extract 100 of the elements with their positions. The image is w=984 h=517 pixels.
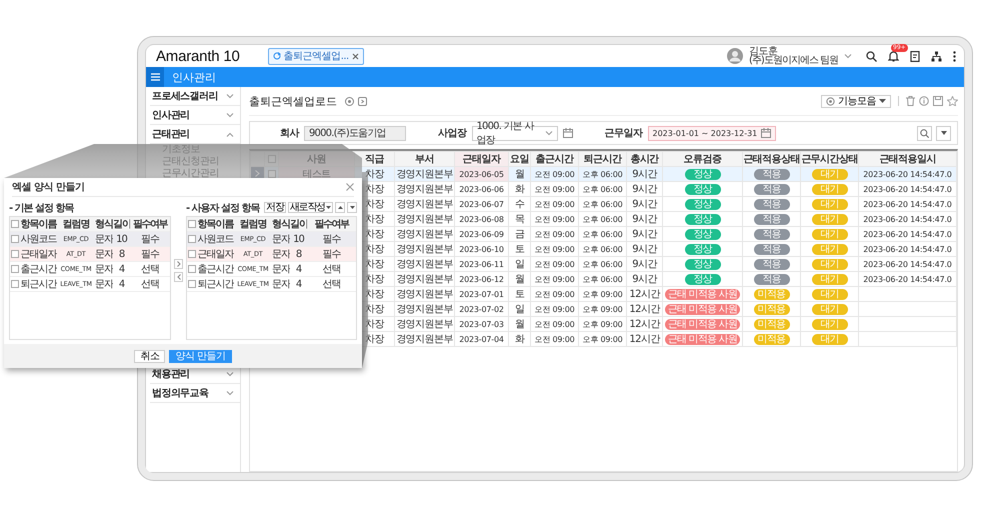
menu-button[interactable]: [146, 67, 164, 87]
info-icon[interactable]: [919, 96, 929, 106]
table-cell: 오후 06:00: [578, 166, 626, 182]
move-up-button[interactable]: [335, 202, 345, 213]
checkbox[interactable]: [188, 264, 196, 273]
column-header[interactable]: 근태일자: [454, 152, 508, 166]
close-icon[interactable]: [346, 183, 354, 191]
column-header[interactable]: 필수여부: [130, 217, 170, 232]
date-range-field[interactable]: 2023-01-01 ~ 2023-12-31: [648, 126, 776, 140]
chevron-right-icon: [176, 261, 180, 267]
column-header[interactable]: 길이: [290, 217, 307, 232]
column-header[interactable]: 길이: [113, 217, 130, 232]
toolbar-button[interactable]: 저장: [264, 202, 286, 213]
search-button[interactable]: [917, 126, 932, 140]
column-header[interactable]: 컬럼명: [234, 217, 272, 232]
column-header[interactable]: 항목이름: [197, 217, 234, 232]
checkbox[interactable]: [188, 234, 196, 243]
column-header[interactable]: 컬럼명: [57, 217, 95, 232]
column-header[interactable]: 총시간: [626, 152, 662, 166]
checkbox[interactable]: [11, 264, 19, 273]
column-header[interactable]: 근태적용일시: [858, 152, 956, 166]
toolbar-button[interactable]: 새로작성: [288, 202, 333, 213]
bell-icon[interactable]: [888, 50, 899, 62]
app-logo: Amaranth 10: [156, 48, 240, 64]
column-header[interactable]: 부서: [394, 152, 454, 166]
column-header[interactable]: 항목이름: [20, 217, 57, 232]
table-cell: 토: [508, 286, 530, 302]
caret-up-icon: [226, 132, 234, 136]
star-icon[interactable]: [947, 96, 958, 106]
org-chart-icon[interactable]: [931, 50, 942, 62]
status-badge: 미적용: [754, 304, 790, 314]
table-cell: 월: [508, 272, 530, 286]
input-field[interactable]: 9000.(주)도움기업: [304, 126, 406, 140]
column-header[interactable]: 퇴근시간: [578, 152, 626, 166]
column-header[interactable]: 요일: [508, 152, 530, 166]
status-badge: 대기: [812, 288, 848, 300]
sidebar-item[interactable]: 법정의무교육: [150, 384, 240, 403]
checkbox[interactable]: [11, 220, 19, 228]
calendar-icon[interactable]: [562, 128, 572, 138]
sidebar-item[interactable]: 프로세스갤러리: [150, 87, 240, 106]
table-cell: 필수: [141, 234, 159, 245]
user-name: 김도훈: [749, 47, 778, 56]
document-icon[interactable]: [910, 50, 920, 62]
table-cell: 경영지원본부: [394, 212, 454, 226]
table-cell: 오전 09:00: [530, 242, 578, 256]
avatar-icon[interactable]: [727, 48, 744, 64]
table-cell: 2023-06-07: [454, 196, 508, 212]
table-cell: 선택: [322, 279, 340, 290]
checkbox[interactable]: [11, 234, 19, 243]
table-cell: 오전 09:00: [530, 272, 578, 286]
column-header[interactable]: 근무시간상태: [800, 152, 858, 166]
table-cell: 2023-06-20 14:54:47.0: [858, 256, 956, 272]
status-badge: 정상: [684, 214, 720, 224]
status-badge: 적용: [754, 258, 790, 270]
table-cell: 2023-06-20 14:54:47.0: [858, 226, 956, 242]
column-header[interactable]: 출근시간: [530, 152, 578, 166]
table-cell: 2023-06-20 14:54:47.0: [858, 242, 956, 256]
more-icon[interactable]: [953, 50, 956, 62]
move-left-button[interactable]: [174, 272, 183, 282]
close-icon[interactable]: [352, 52, 359, 60]
tools-dropdown[interactable]: 기능모음: [821, 94, 891, 108]
checkbox[interactable]: [11, 280, 19, 288]
window-icon[interactable]: [358, 96, 367, 106]
move-down-button[interactable]: [347, 202, 357, 213]
table-cell: 오전 09:00: [530, 302, 578, 316]
calendar-icon[interactable]: [761, 128, 772, 138]
checkbox[interactable]: [188, 250, 196, 258]
table-cell: 경영지원본부: [394, 316, 454, 332]
cancel-button[interactable]: 취소: [134, 350, 166, 362]
sidebar-item[interactable]: 인사관리: [150, 106, 240, 125]
trash-icon[interactable]: [906, 96, 915, 106]
status-badge: 적용: [754, 228, 790, 240]
table-cell: 9시간: [626, 242, 662, 256]
table-cell: 9시간: [626, 196, 662, 212]
caret-down-icon: [844, 54, 852, 58]
checkbox[interactable]: [188, 280, 196, 288]
table-cell: 오후 06:00: [578, 256, 626, 272]
status-badge: 미적용: [754, 318, 790, 330]
table-cell: 오전 09:00: [530, 166, 578, 182]
table-cell: 문자: [272, 249, 290, 260]
caret-down-icon: [226, 94, 234, 98]
column-header[interactable]: 필수여부: [307, 217, 356, 232]
table-cell: 2023-06-20 14:54:47.0: [858, 166, 956, 182]
checkbox[interactable]: [11, 250, 19, 258]
caret-down-icon: [350, 206, 354, 209]
table-cell: 12시간: [626, 302, 662, 316]
save-icon[interactable]: [933, 96, 943, 106]
checkbox[interactable]: [188, 220, 196, 228]
status-badge: 대기: [812, 198, 848, 210]
table-cell: 경영지원본부: [394, 166, 454, 182]
column-header[interactable]: 오류검증: [662, 152, 742, 166]
search-icon[interactable]: [866, 50, 877, 62]
column-header[interactable]: 근태적용상태: [742, 152, 800, 166]
status-badge: 대기: [812, 318, 848, 330]
document-tab[interactable]: 출퇴근엑셀업...: [268, 48, 364, 64]
expand-filter-button[interactable]: [936, 126, 951, 140]
field-label: 회사: [280, 127, 299, 140]
column-header[interactable]: 형식: [95, 217, 113, 232]
column-header[interactable]: 형식: [272, 217, 290, 232]
move-right-button[interactable]: [174, 259, 183, 269]
